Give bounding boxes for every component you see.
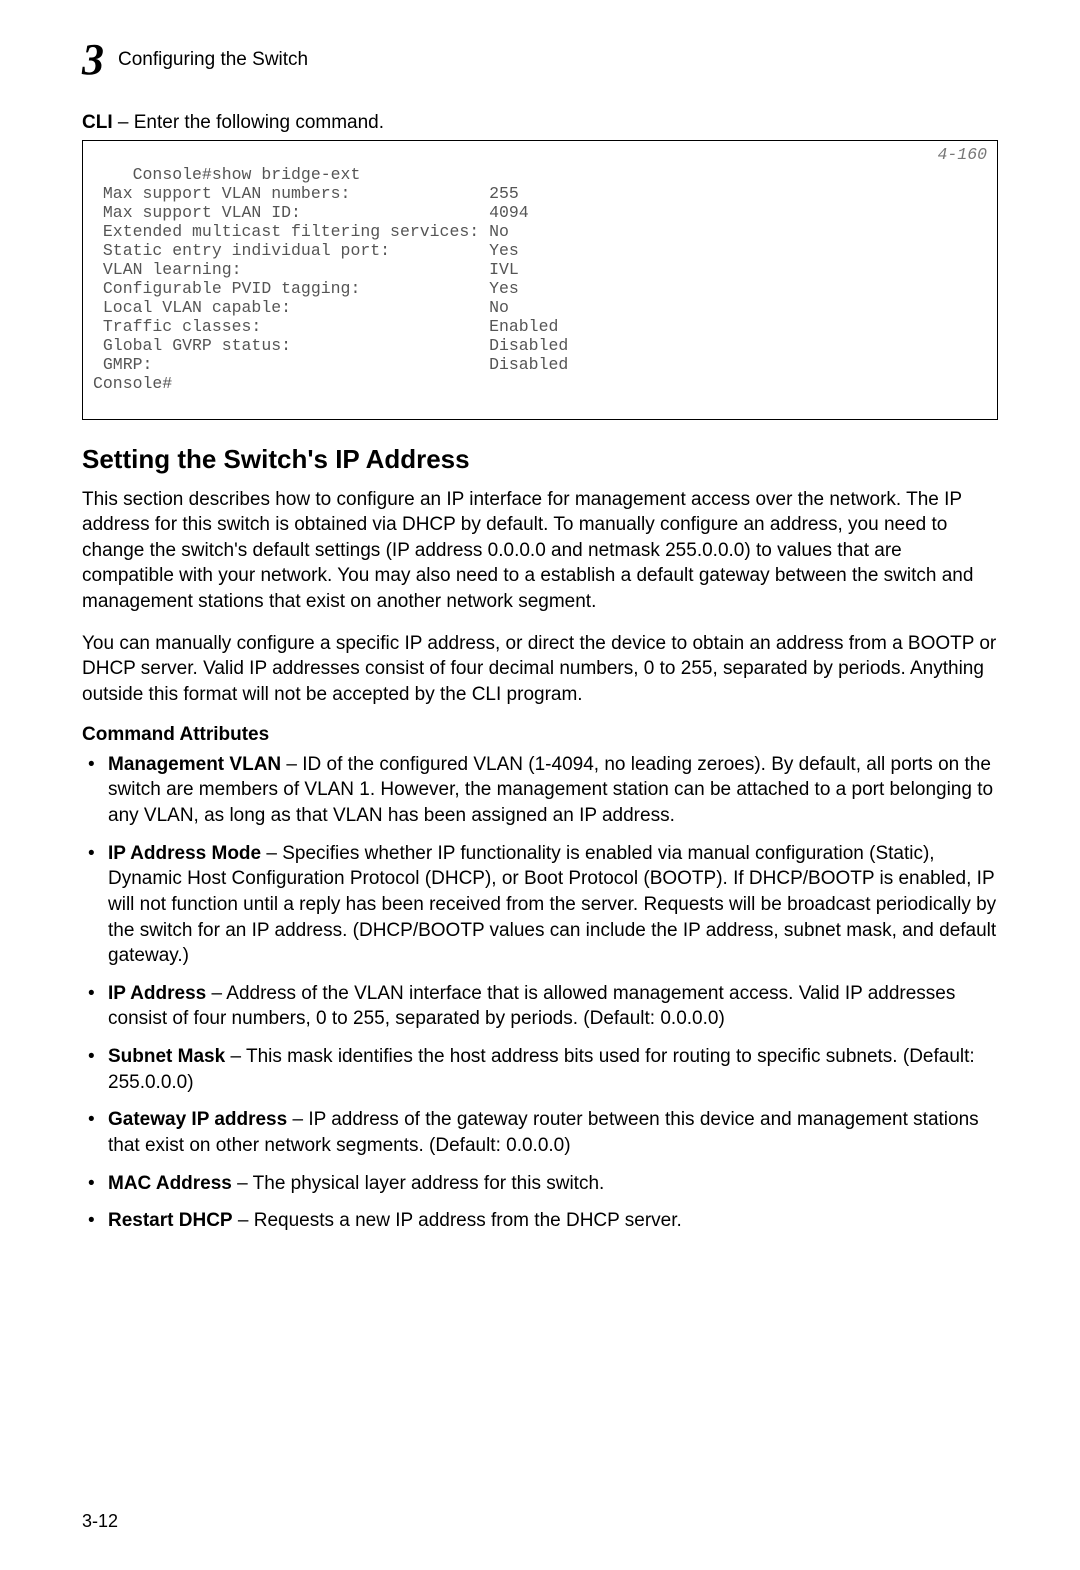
attr-name: IP Address	[108, 983, 206, 1004]
cli-rest: – Enter the following command.	[113, 112, 384, 133]
attr-text: – Requests a new IP address from the DHC…	[233, 1210, 682, 1231]
cli-intro: CLI – Enter the following command.	[82, 112, 998, 134]
list-item: Gateway IP address – IP address of the g…	[108, 1107, 998, 1158]
list-item: Management VLAN – ID of the configured V…	[108, 752, 998, 829]
code-page-ref: 4-160	[937, 146, 987, 165]
list-item: IP Address – Address of the VLAN interfa…	[108, 981, 998, 1032]
chapter-number: 3	[82, 38, 104, 82]
list-item: Restart DHCP – Requests a new IP address…	[108, 1208, 998, 1234]
code-text: Console#show bridge-ext Max support VLAN…	[93, 165, 568, 393]
page-number: 3-12	[82, 1511, 118, 1532]
attr-text: – Address of the VLAN interface that is …	[108, 983, 955, 1030]
paragraph-2: You can manually configure a specific IP…	[82, 631, 998, 708]
attr-name: Gateway IP address	[108, 1109, 287, 1130]
attr-text: – This mask identifies the host address …	[108, 1046, 975, 1093]
list-item: MAC Address – The physical layer address…	[108, 1171, 998, 1197]
attr-name: IP Address Mode	[108, 843, 261, 864]
paragraph-1: This section describes how to configure …	[82, 487, 998, 615]
command-attributes-heading: Command Attributes	[82, 724, 998, 746]
cli-output-box: 4-160 Console#show bridge-ext Max support…	[82, 140, 998, 420]
list-item: IP Address Mode – Specifies whether IP f…	[108, 841, 998, 969]
attr-name: Subnet Mask	[108, 1046, 225, 1067]
attr-name: Management VLAN	[108, 754, 281, 775]
section-heading: Setting the Switch's IP Address	[82, 444, 998, 475]
list-item: Subnet Mask – This mask identifies the h…	[108, 1044, 998, 1095]
command-attributes-list: Management VLAN – ID of the configured V…	[82, 752, 998, 1234]
cli-label: CLI	[82, 112, 113, 133]
running-head-title: Configuring the Switch	[118, 49, 308, 71]
attr-name: Restart DHCP	[108, 1210, 233, 1231]
attr-name: MAC Address	[108, 1173, 232, 1194]
running-head: 3 Configuring the Switch	[82, 38, 998, 82]
attr-text: – The physical layer address for this sw…	[232, 1173, 604, 1194]
